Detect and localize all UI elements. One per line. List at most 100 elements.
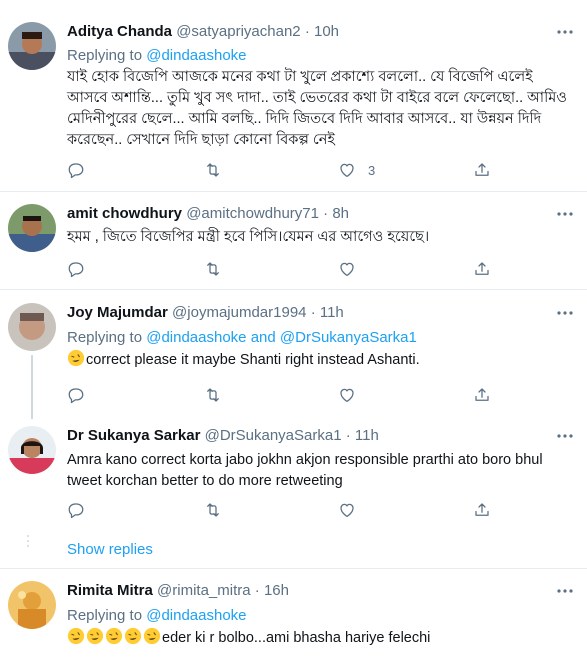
emoji-row: [67, 627, 162, 646]
avatar[interactable]: [8, 204, 56, 252]
author-handle[interactable]: @rimita_mitra: [157, 582, 251, 599]
tweet-actions: [67, 259, 507, 279]
mention-link[interactable]: @dindaashoke: [146, 47, 246, 64]
retweet-button[interactable]: [204, 259, 222, 279]
more-icon[interactable]: [555, 303, 575, 323]
replying-to-prefix: Replying to: [67, 47, 143, 64]
retweet-icon: [207, 503, 219, 517]
rofl-emoji: [105, 627, 123, 645]
thread-line: [31, 355, 33, 419]
show-replies-link[interactable]: Show replies: [67, 540, 153, 560]
tweet-actions: 3: [67, 160, 507, 180]
more-icon[interactable]: [555, 204, 575, 224]
timestamp[interactable]: 11h: [320, 304, 344, 321]
rofl-emoji: [143, 627, 161, 645]
tweet-actions: [67, 500, 507, 520]
author-name[interactable]: amit chowdhury: [67, 205, 182, 222]
replying-to: Replying to @dindaashoke and @DrSukanyaS…: [67, 328, 417, 348]
avatar[interactable]: [8, 581, 56, 629]
replying-to-prefix: Replying to: [67, 607, 143, 624]
tweet-aditya-chanda[interactable]: Aditya Chanda @satyapriyachan2 · 10h Rep…: [0, 0, 587, 192]
tweet-text: Amra kano correct korta jabo jokhn akjon…: [67, 452, 543, 489]
replying-to: Replying to @dindaashoke: [67, 606, 247, 626]
share-icon: [475, 503, 489, 516]
avatar[interactable]: [8, 426, 56, 474]
timestamp[interactable]: 10h: [314, 23, 339, 40]
retweet-icon: [207, 262, 219, 276]
share-button[interactable]: [473, 259, 491, 279]
reply-button[interactable]: [67, 259, 85, 279]
timestamp[interactable]: 11h: [355, 427, 379, 444]
rofl-emoji: [86, 627, 104, 645]
share-icon: [475, 262, 489, 275]
retweet-icon: [207, 388, 219, 402]
like-icon: [340, 163, 354, 178]
mention-link[interactable]: @dindaashoke: [146, 329, 246, 346]
share-icon: [475, 163, 489, 176]
tweet-amit-chowdhury[interactable]: amit chowdhury @amitchowdhury71 · 8h হমম…: [0, 192, 587, 290]
reply-button[interactable]: [67, 385, 85, 405]
tweet-rimita-mitra[interactable]: Rimita Mitra @rimita_mitra · 16h Replyin…: [0, 569, 587, 661]
reply-icon: [68, 503, 84, 519]
replying-to: Replying to @dindaashoke: [67, 46, 247, 66]
reply-button[interactable]: [67, 500, 85, 520]
like-button[interactable]: [338, 500, 356, 520]
separator-dot: ·: [345, 427, 351, 444]
author-name[interactable]: Aditya Chanda: [67, 23, 172, 40]
like-button[interactable]: 3: [338, 160, 375, 180]
tweet-text-content: correct please it maybe Shanti right ins…: [86, 352, 420, 368]
tweet-text: correct please it maybe Shanti right ins…: [67, 349, 569, 371]
share-button[interactable]: [473, 500, 491, 520]
tweet-actions: [67, 385, 507, 405]
author-handle[interactable]: @DrSukanyaSarka1: [205, 427, 342, 444]
replying-to-prefix: Replying to: [67, 329, 143, 346]
mention-conjunction[interactable]: and: [251, 329, 276, 346]
like-button[interactable]: [338, 259, 356, 279]
mention-link[interactable]: @DrSukanyaSarka1: [280, 329, 417, 346]
retweet-button[interactable]: [204, 500, 222, 520]
author-name[interactable]: Joy Majumdar: [67, 304, 168, 321]
tweet-text-content: eder ki r bolbo...ami bhasha hariye fele…: [162, 630, 431, 646]
more-icon[interactable]: [555, 426, 575, 446]
separator-dot: ·: [310, 304, 316, 321]
author-handle[interactable]: @amitchowdhury71: [186, 205, 319, 222]
author-name[interactable]: Dr Sukanya Sarkar: [67, 427, 200, 444]
tweet-text: যাই হোক বিজেপি আজকে মনের কথা টা খুলে প্র…: [67, 69, 567, 148]
share-button[interactable]: [473, 385, 491, 405]
share-icon: [475, 388, 489, 401]
reply-icon: [68, 163, 84, 179]
thread-dots: [27, 532, 29, 550]
avatar[interactable]: [8, 22, 56, 70]
tweet-text: eder ki r bolbo...ami bhasha hariye fele…: [67, 627, 569, 649]
rofl-emoji: [67, 627, 85, 645]
retweet-button[interactable]: [204, 160, 222, 180]
like-icon: [340, 262, 354, 277]
separator-dot: ·: [304, 23, 310, 40]
separator-dot: ·: [323, 205, 329, 222]
retweet-button[interactable]: [204, 385, 222, 405]
more-icon[interactable]: [555, 22, 575, 42]
timestamp[interactable]: 8h: [332, 205, 349, 222]
avatar[interactable]: [8, 303, 56, 351]
tweet-text: হমম , জিতে বিজেপির মন্ত্রী হবে পিসি।যেমন…: [67, 229, 430, 245]
more-icon[interactable]: [555, 581, 575, 601]
separator-dot: ·: [254, 582, 260, 599]
share-button[interactable]: [473, 160, 491, 180]
retweet-icon: [207, 163, 219, 177]
timestamp[interactable]: 16h: [264, 582, 289, 599]
rofl-emoji: [67, 349, 85, 367]
author-name[interactable]: Rimita Mitra: [67, 582, 153, 599]
reply-icon: [68, 388, 84, 404]
author-handle[interactable]: @joymajumdar1994: [172, 304, 306, 321]
reply-icon: [68, 262, 84, 278]
rofl-emoji: [124, 627, 142, 645]
like-icon: [340, 503, 354, 518]
tweet-joy-majumdar[interactable]: Joy Majumdar @joymajumdar1994 · 11h Repl…: [0, 290, 587, 419]
reply-button[interactable]: [67, 160, 85, 180]
like-count: 3: [368, 162, 376, 178]
mention-link[interactable]: @dindaashoke: [146, 607, 246, 624]
author-handle[interactable]: @satyapriyachan2: [176, 23, 300, 40]
tweet-dr-sukanya-sarkar[interactable]: Dr Sukanya Sarkar @DrSukanyaSarka1 · 11h…: [0, 418, 587, 528]
like-button[interactable]: [338, 385, 356, 405]
like-icon: [340, 388, 354, 403]
